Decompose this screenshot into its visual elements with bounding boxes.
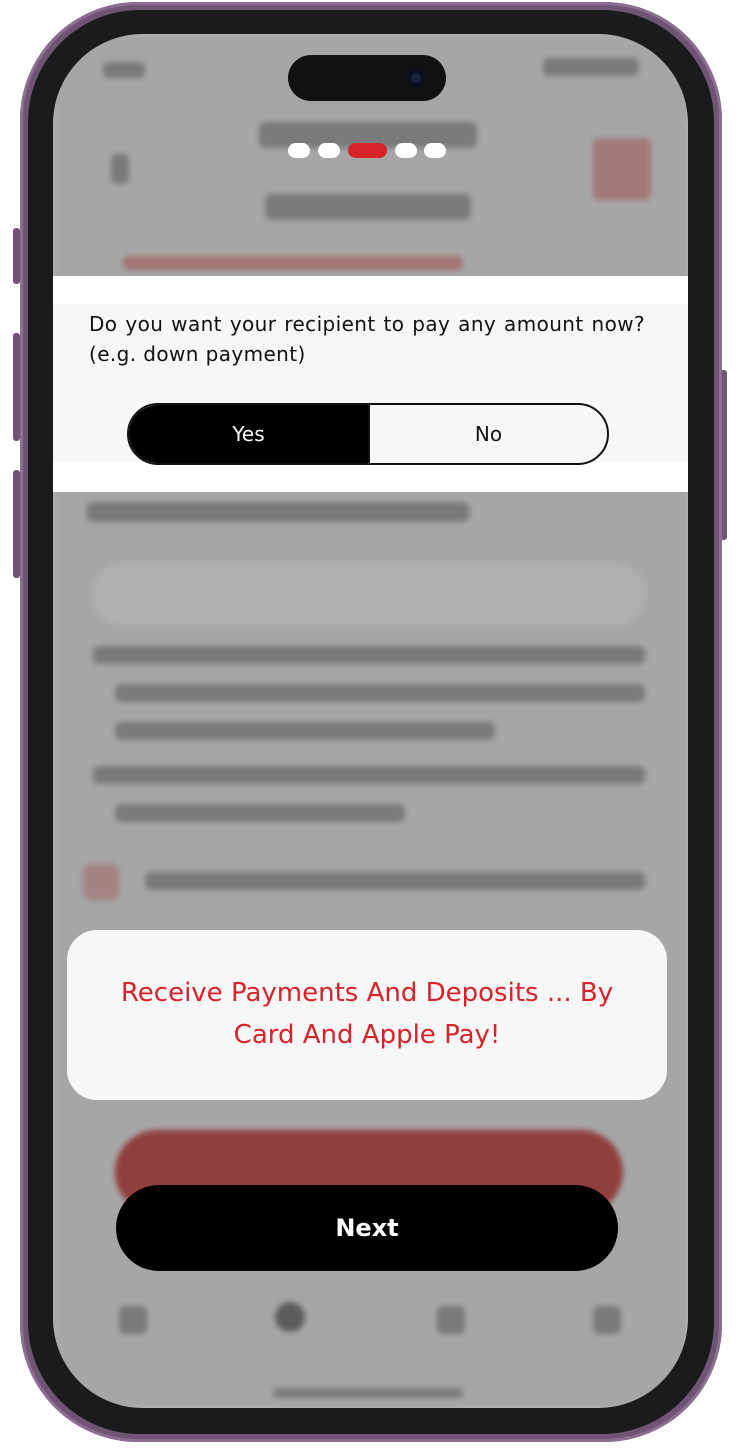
promo-text: Receive Payments And Deposits ... By Car… — [120, 978, 614, 1050]
yes-option[interactable]: Yes — [129, 405, 368, 463]
progress-dot — [424, 143, 446, 158]
progress-dot — [288, 143, 310, 158]
volume-up-button — [13, 333, 20, 441]
down-payment-question-panel: Do you want your recipient to pay any am… — [53, 276, 688, 492]
next-button[interactable]: Next — [116, 1185, 618, 1271]
volume-down-button — [13, 470, 20, 578]
front-camera-icon — [406, 68, 426, 88]
promo-card: Receive Payments And Deposits ... By Car… — [67, 930, 667, 1100]
progress-dot — [318, 143, 340, 158]
action-button — [13, 228, 20, 284]
question-text: Do you want your recipient to pay any am… — [89, 312, 645, 366]
no-option[interactable]: No — [368, 405, 607, 463]
progress-dot — [395, 143, 417, 158]
progress-dot-active — [348, 143, 387, 158]
yes-no-toggle: Yes No — [127, 403, 609, 465]
dynamic-island — [288, 55, 446, 101]
